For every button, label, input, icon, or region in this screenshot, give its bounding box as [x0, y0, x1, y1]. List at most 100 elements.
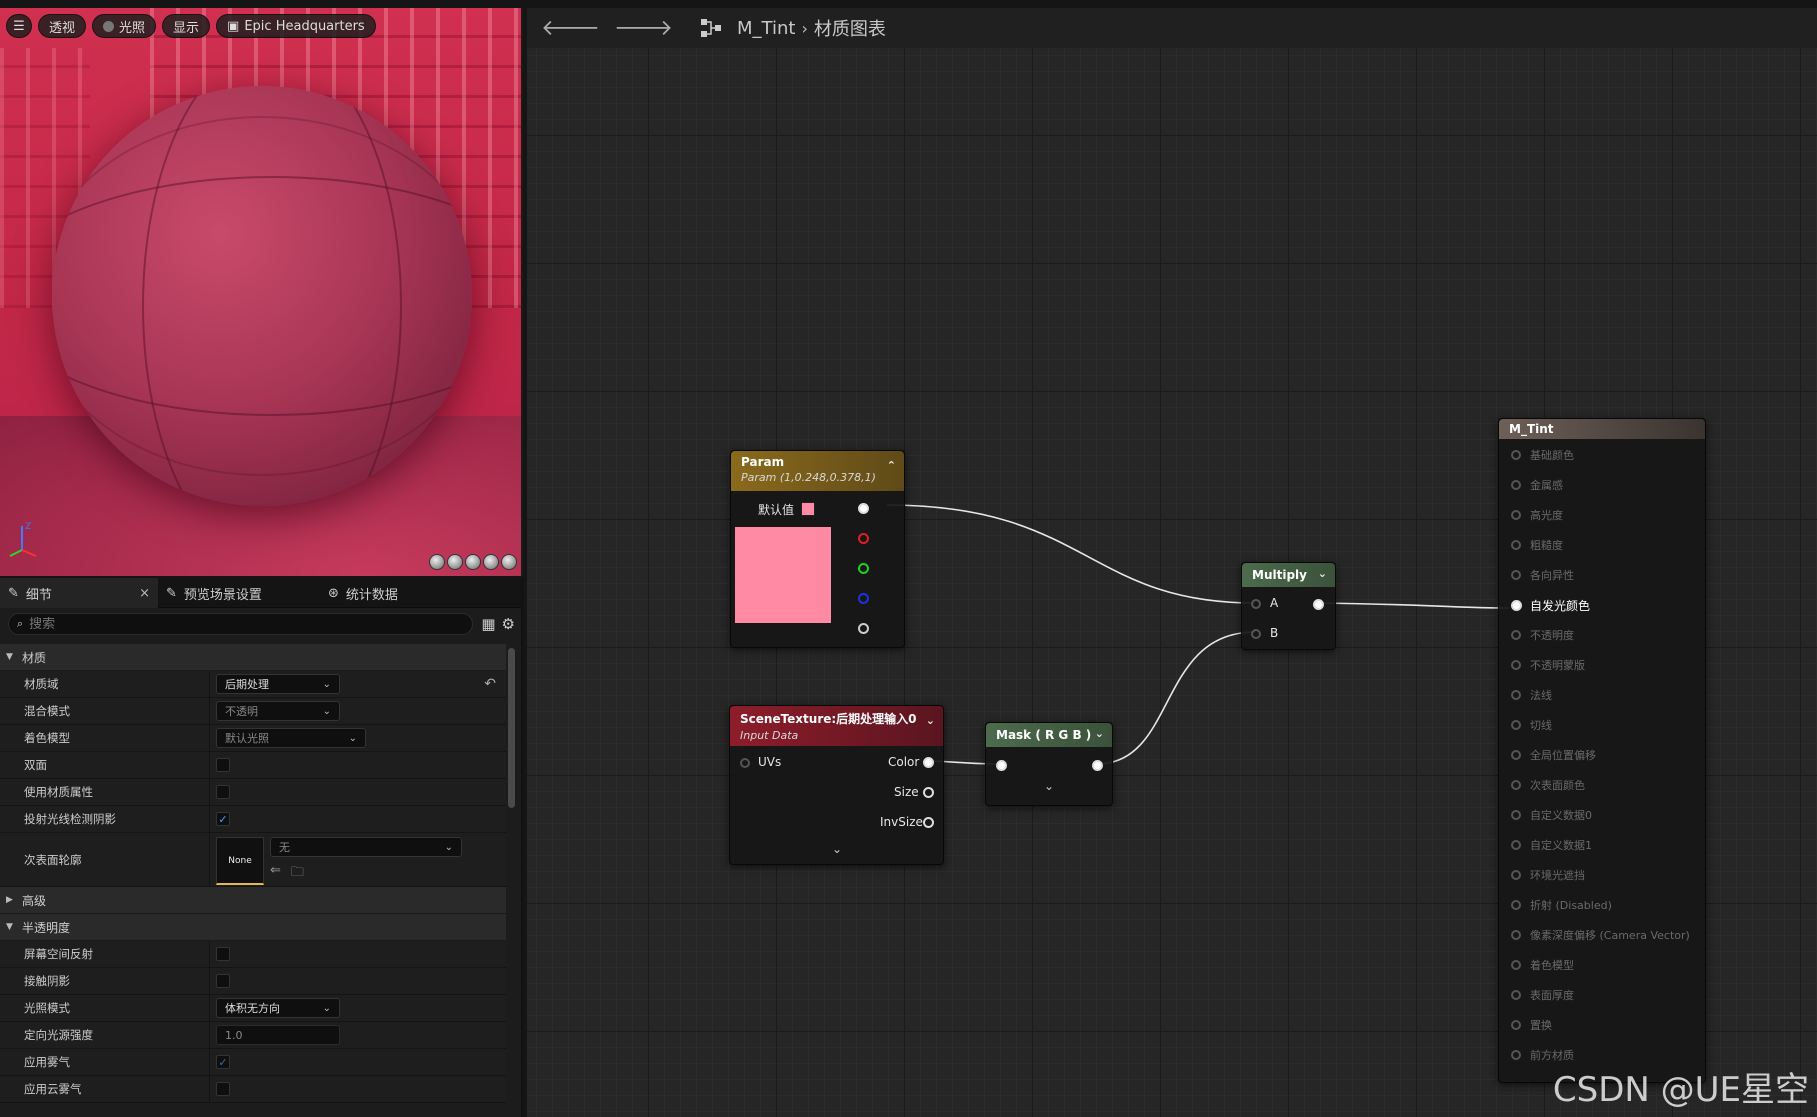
mask-input-pin[interactable]	[996, 760, 1007, 771]
param-node[interactable]: Param Param (1,0.248,0.378,1) ⌃ 默认值	[730, 450, 905, 648]
screen-space-reflections-checkbox[interactable]	[216, 947, 230, 961]
result-input-pin[interactable]	[1511, 780, 1521, 790]
breadcrumb-graph[interactable]: 材质图表	[814, 15, 886, 41]
result-input-label: 着色模型	[1530, 959, 1574, 972]
custom-mesh-preview-icon[interactable]	[501, 554, 517, 570]
shading-model-dropdown[interactable]: 默认光照 ⌄	[216, 728, 366, 748]
contact-shadows-checkbox[interactable]	[216, 974, 230, 988]
multiply-input-a-pin[interactable]	[1251, 599, 1261, 609]
material-domain-dropdown[interactable]: 后期处理 ⌄	[216, 674, 340, 694]
details-scrollbar[interactable]	[508, 648, 515, 808]
sphere-preview-icon[interactable]	[447, 554, 463, 570]
param-output-r-pin[interactable]	[858, 533, 869, 544]
mask-node[interactable]: Mask ( R G B ) ⌄ ⌄	[985, 722, 1113, 806]
search-input[interactable]	[29, 616, 473, 632]
use-selected-icon[interactable]: ⇐	[270, 863, 281, 885]
result-input-pin[interactable]	[1511, 510, 1521, 520]
param-output-g-pin[interactable]	[858, 563, 869, 574]
multiply-node-header[interactable]: Multiply ⌄	[1242, 563, 1335, 587]
scenetexture-node[interactable]: SceneTexture:后期处理输入0 Input Data ⌄ UVs Co…	[729, 705, 944, 865]
result-input-pin[interactable]	[1511, 810, 1521, 820]
param-node-header[interactable]: Param Param (1,0.248,0.378,1) ⌃	[731, 451, 904, 491]
level-button[interactable]: ▣ Epic Headquarters	[216, 14, 376, 38]
result-input-pin[interactable]	[1511, 690, 1521, 700]
collapse-chevron-icon[interactable]: ⌃	[887, 459, 896, 472]
category-translucency[interactable]: ▼ 半透明度	[0, 914, 506, 941]
chevron-down-icon[interactable]: ⌄	[926, 714, 935, 727]
result-input-pin[interactable]	[1511, 720, 1521, 730]
tab-details[interactable]: ✎ 细节 ×	[0, 578, 158, 608]
expand-chevron-icon[interactable]: ⌄	[1044, 779, 1054, 793]
show-button[interactable]: 显示	[162, 14, 211, 38]
use-material-attributes-checkbox[interactable]	[216, 785, 230, 799]
material-graph-canvas[interactable]: 🡐 🡒 M_Tint › 材质图表 Param Param (1,0.248,0…	[527, 8, 1817, 1117]
tab-stats[interactable]: ⊛ 统计数据	[320, 578, 406, 608]
scenetexture-color-pin[interactable]	[923, 757, 934, 768]
prop-apply-cloud-fogging: 应用云雾气	[0, 1076, 506, 1103]
apply-cloud-fogging-checkbox[interactable]	[216, 1082, 230, 1096]
chevron-down-icon[interactable]: ⌄	[1318, 567, 1327, 580]
apply-fogging-checkbox[interactable]: ✓	[216, 1055, 230, 1069]
mask-node-header[interactable]: Mask ( R G B ) ⌄	[986, 723, 1112, 747]
expand-arrow-icon: ▶	[6, 895, 13, 905]
directional-light-intensity-field[interactable]: 1.0	[216, 1025, 340, 1045]
result-input-pin[interactable]	[1511, 930, 1521, 940]
result-input-pin[interactable]	[1511, 630, 1521, 640]
result-input-pin[interactable]	[1511, 960, 1521, 970]
result-input-pin[interactable]	[1511, 1050, 1521, 1060]
scenetexture-node-header[interactable]: SceneTexture:后期处理输入0 Input Data ⌄	[730, 706, 943, 746]
result-input-pin[interactable]	[1511, 840, 1521, 850]
preview-viewport[interactable]: ☰ 透视 光照 显示 ▣ Epic Headquarters Z	[0, 8, 523, 576]
category-advanced[interactable]: ▶ 高级	[0, 887, 506, 914]
result-input-pin[interactable]	[1511, 990, 1521, 1000]
result-input-pin[interactable]	[1511, 750, 1521, 760]
result-node-header[interactable]: M_Tint	[1499, 419, 1705, 439]
result-input-pin[interactable]	[1511, 540, 1521, 550]
cast-ray-traced-shadows-checkbox[interactable]: ✓	[216, 812, 230, 826]
lighting-mode-dropdown[interactable]: 体积无方向 ⌄	[216, 998, 340, 1018]
material-result-node[interactable]: M_Tint 基础颜色 金属感 高光度 粗糙度 各向异性 自发光颜色 不透明度 不透明蒙版 法线…	[1498, 418, 1706, 1083]
multiply-node[interactable]: Multiply ⌄ A B	[1241, 562, 1336, 650]
forward-arrow-icon[interactable]: 🡒	[614, 15, 673, 41]
result-input-pin[interactable]	[1511, 450, 1521, 460]
result-input-pin[interactable]	[1511, 600, 1522, 611]
result-input-pin[interactable]	[1511, 1020, 1521, 1030]
result-input-pin[interactable]	[1511, 480, 1521, 490]
cylinder-preview-icon[interactable]	[429, 554, 445, 570]
perspective-button[interactable]: 透视	[38, 14, 87, 38]
result-input-pin[interactable]	[1511, 870, 1521, 880]
plane-preview-icon[interactable]	[465, 554, 481, 570]
subsurface-profile-dropdown[interactable]: 无 ⌄	[270, 837, 462, 857]
blend-mode-dropdown[interactable]: 不透明 ⌄	[216, 701, 340, 721]
reset-to-default-icon[interactable]: ↶	[484, 676, 496, 692]
result-input-label: 粗糙度	[1530, 539, 1563, 552]
result-input-pin[interactable]	[1511, 900, 1521, 910]
table-view-icon[interactable]: ▦	[481, 615, 495, 633]
mask-output-pin[interactable]	[1092, 760, 1103, 771]
scenetexture-invsize-pin[interactable]	[923, 817, 934, 828]
multiply-input-b-pin[interactable]	[1251, 629, 1261, 639]
scenetexture-size-pin[interactable]	[923, 787, 934, 798]
result-input-pin[interactable]	[1511, 660, 1521, 670]
multiply-output-pin[interactable]	[1313, 599, 1324, 610]
chevron-down-icon[interactable]: ⌄	[1095, 727, 1104, 740]
viewport-menu-button[interactable]: ☰	[6, 14, 32, 38]
param-default-color-swatch[interactable]	[801, 502, 815, 516]
scenetexture-uvs-pin[interactable]	[740, 758, 750, 768]
lighting-button[interactable]: 光照	[92, 14, 157, 38]
breadcrumb-asset[interactable]: M_Tint	[737, 18, 795, 39]
close-tab-icon[interactable]: ×	[139, 586, 150, 601]
param-output-a-pin[interactable]	[858, 623, 869, 634]
category-material[interactable]: ▼ 材质	[0, 644, 506, 671]
expand-chevron-icon[interactable]: ⌄	[832, 842, 842, 856]
subsurface-profile-thumbnail[interactable]: None	[216, 837, 264, 885]
cube-preview-icon[interactable]	[483, 554, 499, 570]
back-arrow-icon[interactable]: 🡐	[541, 15, 600, 41]
param-output-rgba-pin[interactable]	[858, 503, 869, 514]
gear-icon[interactable]: ⚙	[502, 615, 515, 633]
tab-preview-scene-settings[interactable]: ✎ 预览场景设置	[158, 578, 320, 608]
result-input-pin[interactable]	[1511, 570, 1521, 580]
param-output-b-pin[interactable]	[858, 593, 869, 604]
browse-folder-icon[interactable]: 🗀	[291, 863, 304, 885]
two-sided-checkbox[interactable]	[216, 758, 230, 772]
